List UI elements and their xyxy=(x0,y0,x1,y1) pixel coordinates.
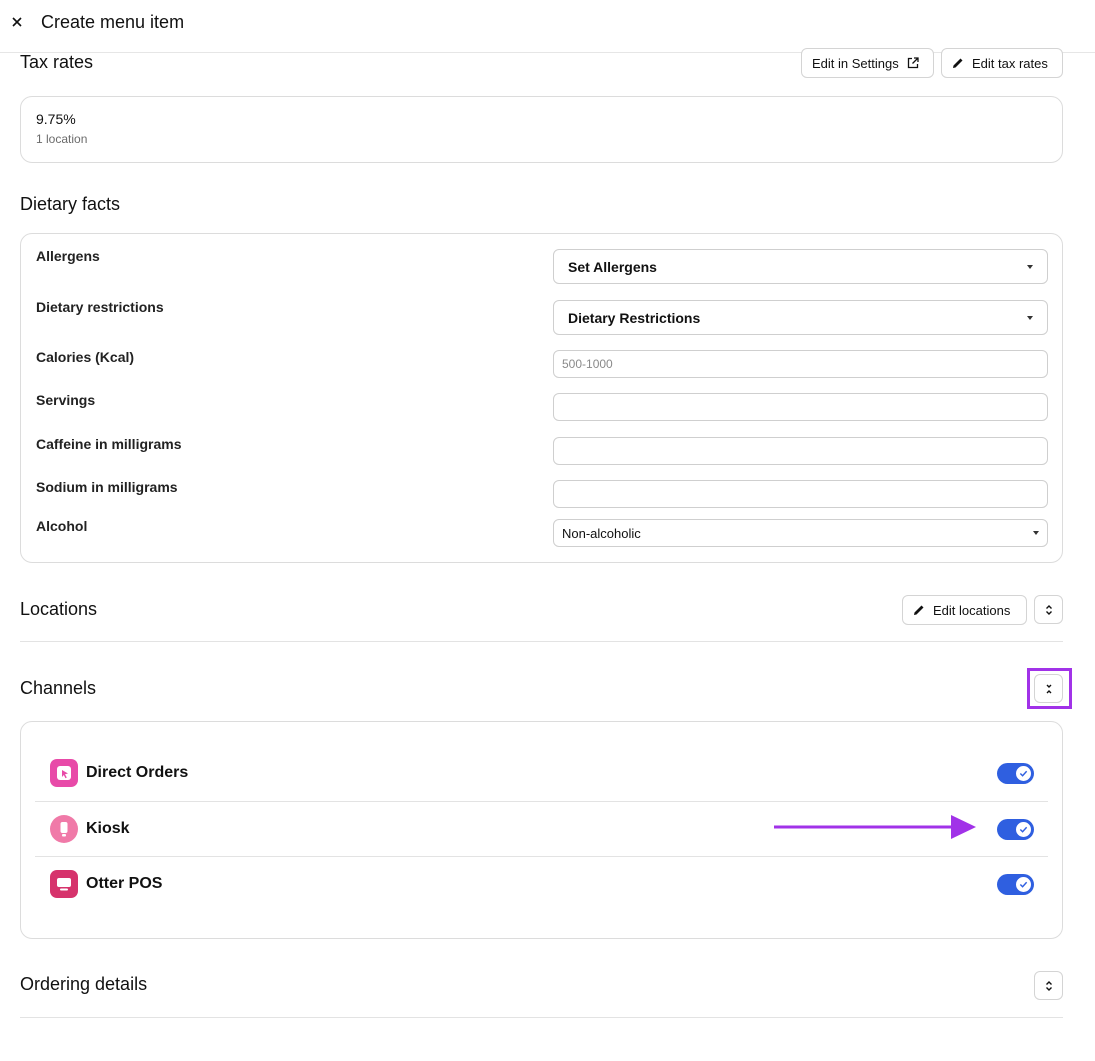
dietary-restrictions-value: Dietary Restrictions xyxy=(568,309,701,326)
edit-in-settings-label: Edit in Settings xyxy=(812,55,899,71)
sodium-label: Sodium in milligrams xyxy=(36,479,178,495)
servings-label: Servings xyxy=(36,392,96,408)
edit-locations-button[interactable]: Edit locations xyxy=(902,595,1027,625)
caret-down-icon xyxy=(1027,264,1033,269)
kiosk-icon xyxy=(50,815,78,843)
channel-label: Kiosk xyxy=(86,820,130,837)
edit-in-settings-button[interactable]: Edit in Settings xyxy=(801,48,934,78)
edit-tax-rates-label: Edit tax rates xyxy=(972,55,1048,71)
check-icon xyxy=(1019,826,1028,833)
allergens-select[interactable]: Set Allergens xyxy=(553,249,1048,284)
alcohol-label: Alcohol xyxy=(36,518,88,534)
caret-down-icon xyxy=(1033,531,1039,535)
chevron-up-down-icon xyxy=(1045,604,1052,615)
caret-down-icon xyxy=(1027,315,1033,320)
caffeine-input[interactable] xyxy=(553,437,1048,465)
page-title: Create menu item xyxy=(41,12,185,32)
tax-rate-locations: 1 location xyxy=(36,132,88,146)
check-icon xyxy=(1019,770,1028,777)
chevron-up-down-icon xyxy=(1045,980,1052,991)
pos-icon xyxy=(50,870,78,898)
caffeine-label: Caffeine in milligrams xyxy=(36,436,182,452)
edit-locations-label: Edit locations xyxy=(933,602,1011,618)
close-icon xyxy=(12,17,22,27)
ordering-details-title: Ordering details xyxy=(20,974,148,994)
external-link-icon xyxy=(907,57,919,69)
calories-label: Calories (Kcal) xyxy=(36,349,135,365)
allergens-label: Allergens xyxy=(36,248,100,264)
locations-divider xyxy=(20,641,1063,642)
dietary-restrictions-select[interactable]: Dietary Restrictions xyxy=(553,300,1048,335)
edit-tax-rates-button[interactable]: Edit tax rates xyxy=(941,48,1063,78)
allergens-value: Set Allergens xyxy=(568,258,657,275)
direct-orders-toggle[interactable] xyxy=(997,763,1034,784)
direct-orders-icon xyxy=(50,759,78,787)
channel-row-direct-orders: Direct Orders xyxy=(35,746,1048,801)
tax-rate-value: 9.75% xyxy=(36,111,76,127)
channel-label: Direct Orders xyxy=(86,764,189,781)
dietary-facts-title: Dietary facts xyxy=(20,194,121,214)
tax-rate-card: 9.75% 1 location xyxy=(20,96,1063,163)
kiosk-toggle[interactable] xyxy=(997,819,1034,840)
otter-pos-toggle[interactable] xyxy=(997,874,1034,895)
ordering-details-divider xyxy=(20,1017,1063,1018)
tax-rates-title: Tax rates xyxy=(20,52,94,72)
pencil-icon xyxy=(953,58,963,68)
alcohol-select[interactable]: Non-alcoholic xyxy=(553,519,1048,547)
pencil-icon xyxy=(914,605,924,615)
channel-label: Otter POS xyxy=(86,875,163,892)
ordering-details-expand-button[interactable] xyxy=(1034,971,1063,1000)
sodium-input[interactable] xyxy=(553,480,1048,508)
page-header: Create menu item xyxy=(0,0,1095,53)
annotation-arrow-icon xyxy=(774,815,976,839)
locations-expand-button[interactable] xyxy=(1034,595,1063,624)
dietary-restrictions-label: Dietary restrictions xyxy=(36,299,164,315)
highlight-annotation-box xyxy=(1027,668,1072,709)
channels-title: Channels xyxy=(20,678,97,698)
locations-title: Locations xyxy=(20,599,98,619)
check-icon xyxy=(1019,881,1028,888)
alcohol-value: Non-alcoholic xyxy=(562,525,641,541)
dietary-facts-card: Allergens Set Allergens Dietary restrict… xyxy=(20,233,1063,563)
servings-input[interactable] xyxy=(553,393,1048,421)
close-button[interactable] xyxy=(8,12,26,32)
calories-input[interactable] xyxy=(553,350,1048,378)
channel-row-otter-pos: Otter POS xyxy=(35,856,1048,911)
